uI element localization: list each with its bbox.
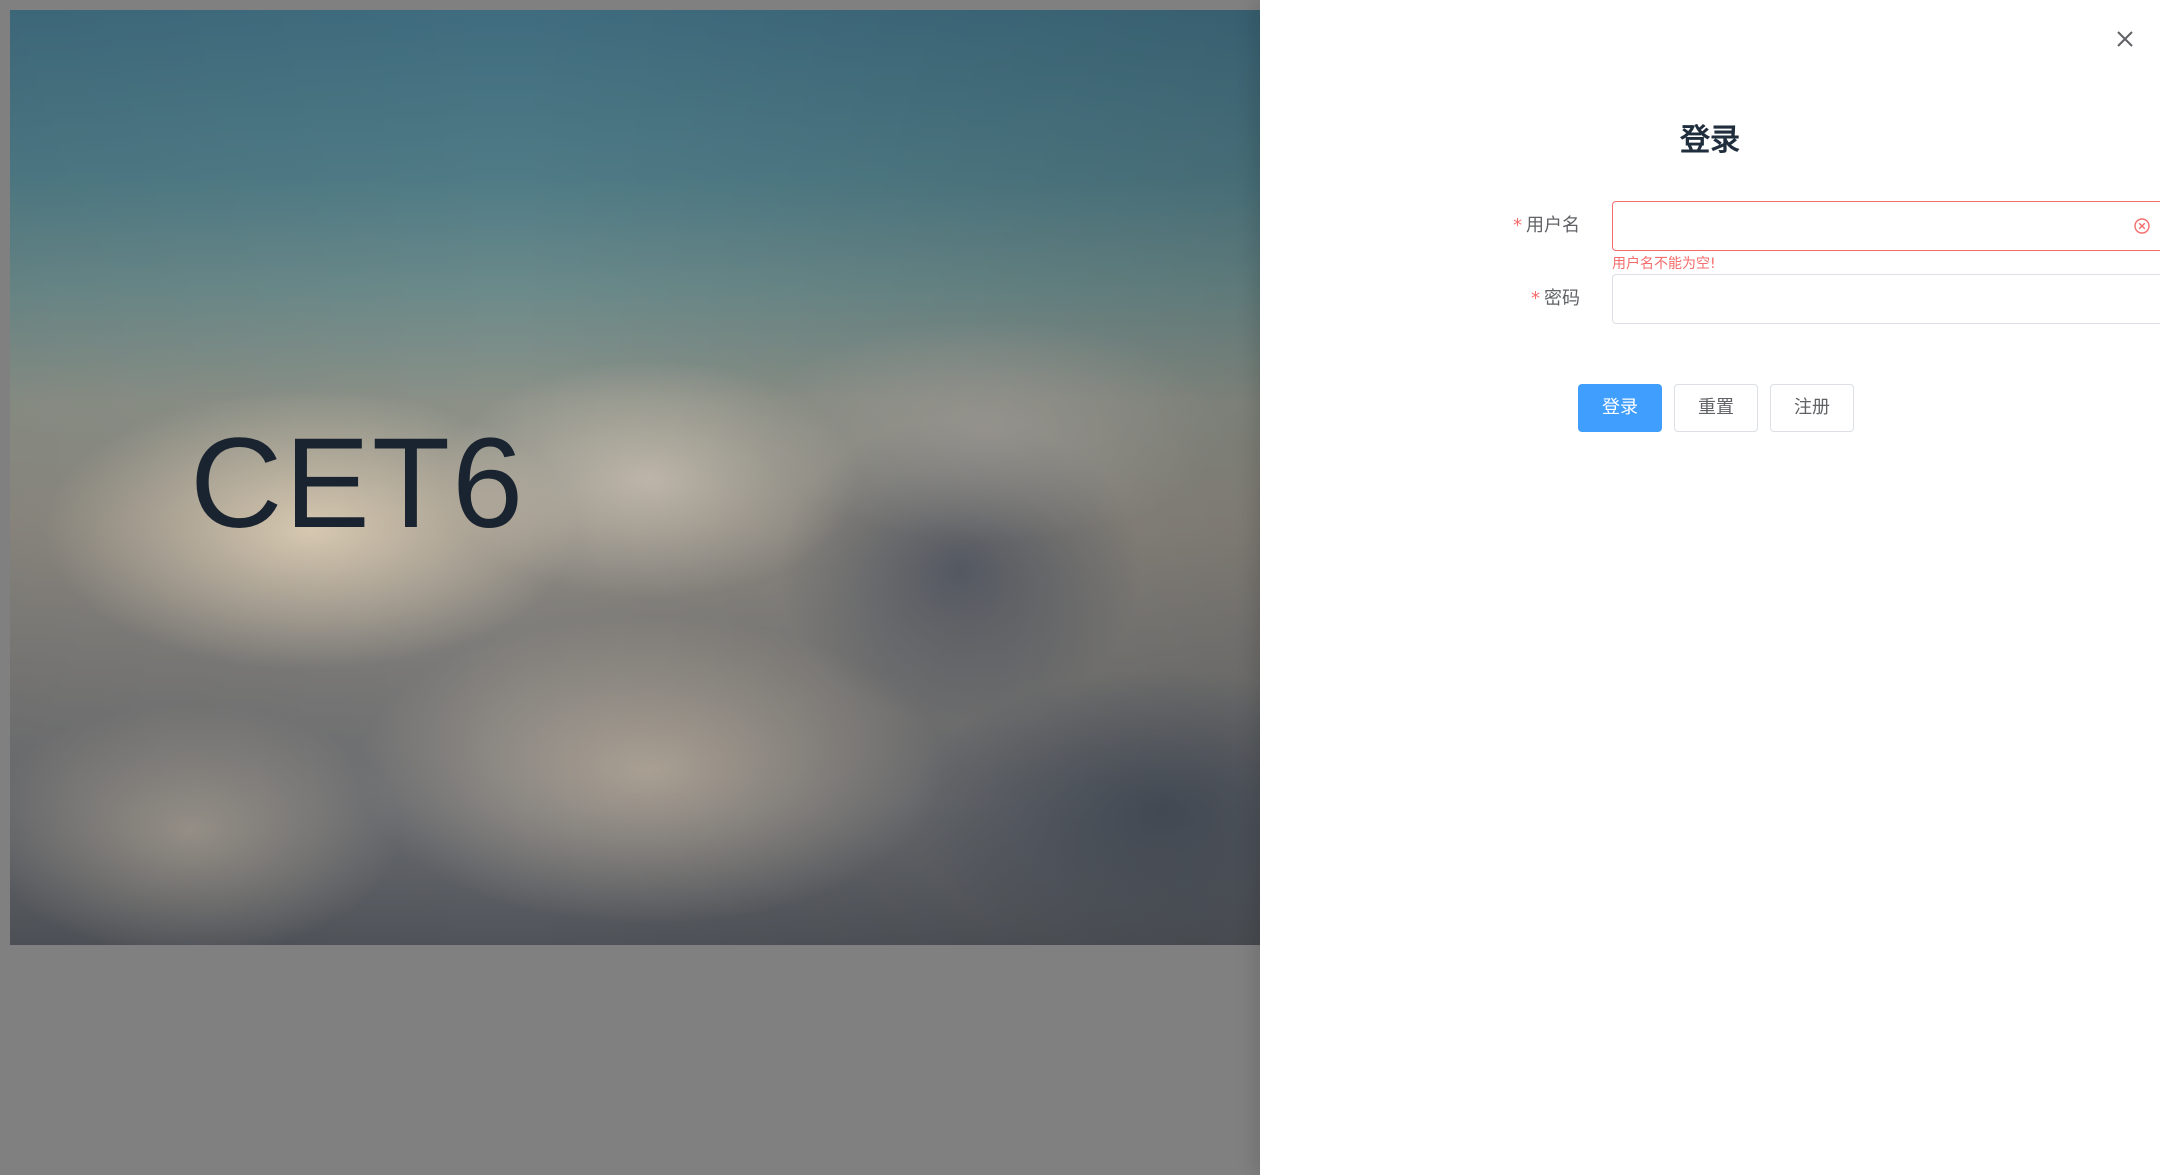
password-field bbox=[1612, 274, 2160, 324]
password-label-text: 密码 bbox=[1544, 288, 1580, 309]
password-label: * 密码 bbox=[1380, 274, 1580, 324]
hero-background: CET6 bbox=[10, 10, 1260, 945]
register-button[interactable]: 注册 bbox=[1770, 384, 1854, 432]
username-label-text: 用户名 bbox=[1526, 215, 1580, 236]
password-row: * 密码 bbox=[1380, 274, 2160, 324]
password-input[interactable] bbox=[1627, 275, 2131, 323]
login-button[interactable]: 登录 bbox=[1578, 384, 1662, 432]
login-drawer: 登录 * 用户名 用户名不能为空! * 密码 登录 重置 注册 bbox=[1260, 0, 2160, 1175]
username-field bbox=[1612, 201, 2160, 251]
username-label: * 用户名 bbox=[1380, 201, 1580, 251]
required-mark: * bbox=[1531, 288, 1540, 309]
username-error: 用户名不能为空! bbox=[1612, 256, 1716, 272]
username-row: * 用户名 用户名不能为空! bbox=[1380, 201, 2160, 272]
hero-title: CET6 bbox=[190, 412, 526, 555]
form-buttons: 登录 重置 注册 bbox=[1260, 384, 2160, 432]
close-icon[interactable] bbox=[2110, 24, 2140, 54]
username-input[interactable] bbox=[1627, 202, 2131, 250]
reset-button[interactable]: 重置 bbox=[1674, 384, 1758, 432]
page: CET6 登录 * 用户名 用户名不能为空! * 密码 登录 重置 注册 bbox=[0, 0, 2160, 1175]
required-mark: * bbox=[1513, 215, 1522, 236]
drawer-title: 登录 bbox=[1680, 123, 1740, 158]
circle-close-icon[interactable] bbox=[2133, 217, 2151, 235]
